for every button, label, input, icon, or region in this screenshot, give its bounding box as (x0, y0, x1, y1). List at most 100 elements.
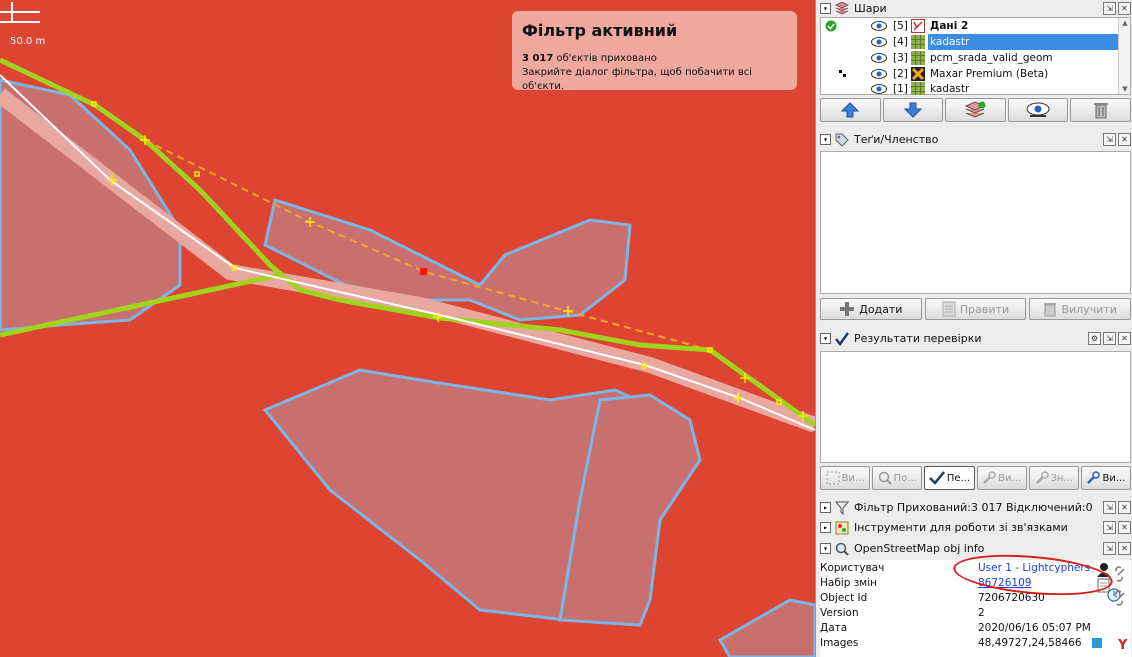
selected-node[interactable] (420, 268, 427, 275)
relations-title: Інструменти для роботи зі зв'язками (854, 521, 1068, 534)
detach-icon[interactable]: ⇲ (1103, 501, 1116, 514)
eye-icon[interactable] (871, 53, 887, 63)
scroll-up-icon[interactable]: ▲ (1121, 19, 1129, 27)
info-key: Images (820, 637, 859, 649)
plus-icon (840, 302, 855, 316)
layers-header[interactable]: ▾ Шари ⇲ ✕ (816, 0, 1132, 17)
layer-list-scrollbar[interactable]: ▲ ▼ (1118, 18, 1130, 94)
yandex-icon[interactable]: Y (1117, 638, 1128, 653)
expand-toggle-icon[interactable]: ▸ (820, 522, 831, 533)
layer-name[interactable]: pcm_srada_valid_geom (928, 50, 1119, 66)
validation-run-button[interactable]: Ви... (1080, 466, 1132, 490)
info-user-value[interactable]: User 1 - Lightcyphers (978, 561, 1090, 576)
layer-name[interactable]: Maxar Premium (Beta) (928, 66, 1119, 82)
move-up-icon (841, 102, 860, 118)
link-icon[interactable] (1115, 566, 1125, 582)
info-row-user: Користувач User 1 - Lightcyphers (820, 561, 1131, 576)
wrench-blue-icon (1087, 471, 1101, 484)
edit-tag-button[interactable]: Правити (924, 298, 1027, 320)
imagery-globe-icon[interactable] (1092, 638, 1102, 648)
svg-text:Y: Y (1117, 638, 1128, 653)
move-down-button[interactable] (882, 98, 944, 122)
changeset-doc-icon[interactable] (1097, 578, 1110, 593)
expand-toggle-icon[interactable]: ▸ (820, 502, 831, 513)
edit-label: Правити (959, 302, 1010, 316)
filter-header[interactable]: ▸ Фільтр Прихований:3 017 Відключений:0 … (816, 499, 1132, 516)
detach-icon[interactable]: ⇲ (1103, 332, 1116, 345)
validation-button-label: Ви... (1102, 472, 1126, 484)
active-check-icon (825, 20, 837, 32)
eye-icon[interactable] (871, 69, 887, 79)
filter-hidden-count: 3 017 об'єктів приховано (522, 52, 787, 66)
relations-header[interactable]: ▸ Інструменти для роботи зі зв'язками ⇲ … (816, 519, 1132, 536)
info-key: Користувач (820, 562, 885, 574)
detach-icon[interactable]: ⇲ (1103, 521, 1116, 534)
grid-layer-icon (911, 35, 925, 49)
layer-row[interactable]: [4] kadastr (821, 34, 1119, 50)
move-up-button[interactable] (820, 98, 881, 122)
delete-layer-button[interactable] (1070, 98, 1131, 122)
node-marker[interactable] (194, 171, 200, 177)
changeset-link[interactable]: 86726109 (978, 576, 1031, 591)
close-icon[interactable]: ✕ (1118, 542, 1131, 555)
map-view[interactable]: 50.0 m Фільтр активний 3 017 об'єктів пр… (0, 0, 815, 657)
validation-fix-button[interactable]: Ви... (976, 466, 1027, 490)
grid-layer-icon (911, 82, 925, 95)
filter-hint: Закрийте діалог фільтра, щоб побачити вс… (522, 67, 753, 92)
close-icon[interactable]: ✕ (1118, 332, 1131, 345)
detach-icon[interactable]: ⇲ (1103, 542, 1116, 555)
scroll-down-icon[interactable]: ▼ (1121, 85, 1129, 93)
layer-list[interactable]: [5] Дані 2 [4] kadastr [3] pcm_srada_val… (820, 17, 1131, 95)
detach-icon[interactable]: ⇲ (1103, 2, 1116, 15)
validation-title: Результати перевірки (854, 332, 982, 345)
tags-header[interactable]: ▾ Теґи/Членство ⇲ ✕ (816, 131, 1132, 148)
close-icon[interactable]: ✕ (1118, 521, 1131, 534)
eye-icon[interactable] (871, 37, 887, 47)
validation-select-button[interactable]: Ви... (820, 466, 871, 490)
activate-layer-button[interactable] (945, 98, 1006, 122)
osm-info-table: Користувач User 1 - Lightcyphers Набір з… (820, 549, 1131, 657)
collapse-toggle-icon[interactable]: ▾ (820, 134, 831, 145)
delete-layer-icon (1093, 103, 1108, 119)
eye-icon[interactable] (871, 21, 887, 31)
collapse-toggle-icon[interactable]: ▾ (820, 543, 831, 554)
close-icon[interactable]: ✕ (1118, 2, 1131, 15)
validation-header[interactable]: ▾ Результати перевірки ⚙ ⇲ ✕ (816, 330, 1132, 347)
validation-results-list[interactable] (820, 351, 1131, 463)
layer-row[interactable]: [1] kadastr (821, 82, 1119, 95)
layer-name[interactable]: kadastr (928, 34, 1119, 50)
osm-info-header[interactable]: ▾ OpenStreetMap obj info ⇲ ✕ (816, 540, 1132, 557)
user-profile-icon[interactable] (1097, 563, 1111, 577)
detach-icon[interactable]: ⇲ (1103, 133, 1116, 146)
data-edit-icon (911, 19, 925, 33)
add-tag-button[interactable]: Додати (820, 298, 922, 320)
eye-icon[interactable] (871, 83, 887, 94)
toggle-visibility-button[interactable] (1007, 98, 1069, 122)
cadastre-parcel (263, 198, 632, 322)
validation-ignore-button[interactable]: Зн... (1028, 466, 1079, 490)
validation-validate-button[interactable]: Пе... (924, 466, 975, 490)
layer-row[interactable]: [3] pcm_srada_valid_geom (821, 50, 1119, 66)
close-icon[interactable]: ✕ (1118, 133, 1131, 146)
delete-tag-button[interactable]: Вилучити (1029, 298, 1132, 320)
osm-info-title: OpenStreetMap obj info (854, 542, 985, 555)
grid-layer-icon (911, 51, 925, 65)
layer-name[interactable]: Дані 2 (928, 18, 1119, 34)
way-nodes[interactable] (91, 101, 808, 421)
edit-icon (942, 301, 956, 317)
validation-zoom-button[interactable]: По... (872, 466, 923, 490)
collapse-toggle-icon[interactable]: ▾ (820, 3, 831, 14)
validation-button-label: По... (893, 472, 917, 484)
map-canvas[interactable] (0, 0, 815, 657)
close-icon[interactable]: ✕ (1118, 501, 1131, 514)
layer-row[interactable]: [2] Maxar Premium (Beta) (821, 66, 1119, 82)
filter-title: Фільтр Прихований:3 017 Відключений:0 (854, 501, 1093, 514)
collapse-toggle-icon[interactable]: ▾ (820, 333, 831, 344)
info-row-version: Version 2 (820, 606, 1131, 621)
tags-list[interactable] (820, 151, 1131, 294)
layer-row[interactable]: [5] Дані 2 (821, 18, 1119, 34)
settings-icon[interactable]: ⚙ (1088, 332, 1101, 345)
layer-toolbar (820, 98, 1131, 122)
info-value: 2 (978, 607, 985, 619)
layer-name[interactable]: kadastr (928, 82, 1119, 95)
